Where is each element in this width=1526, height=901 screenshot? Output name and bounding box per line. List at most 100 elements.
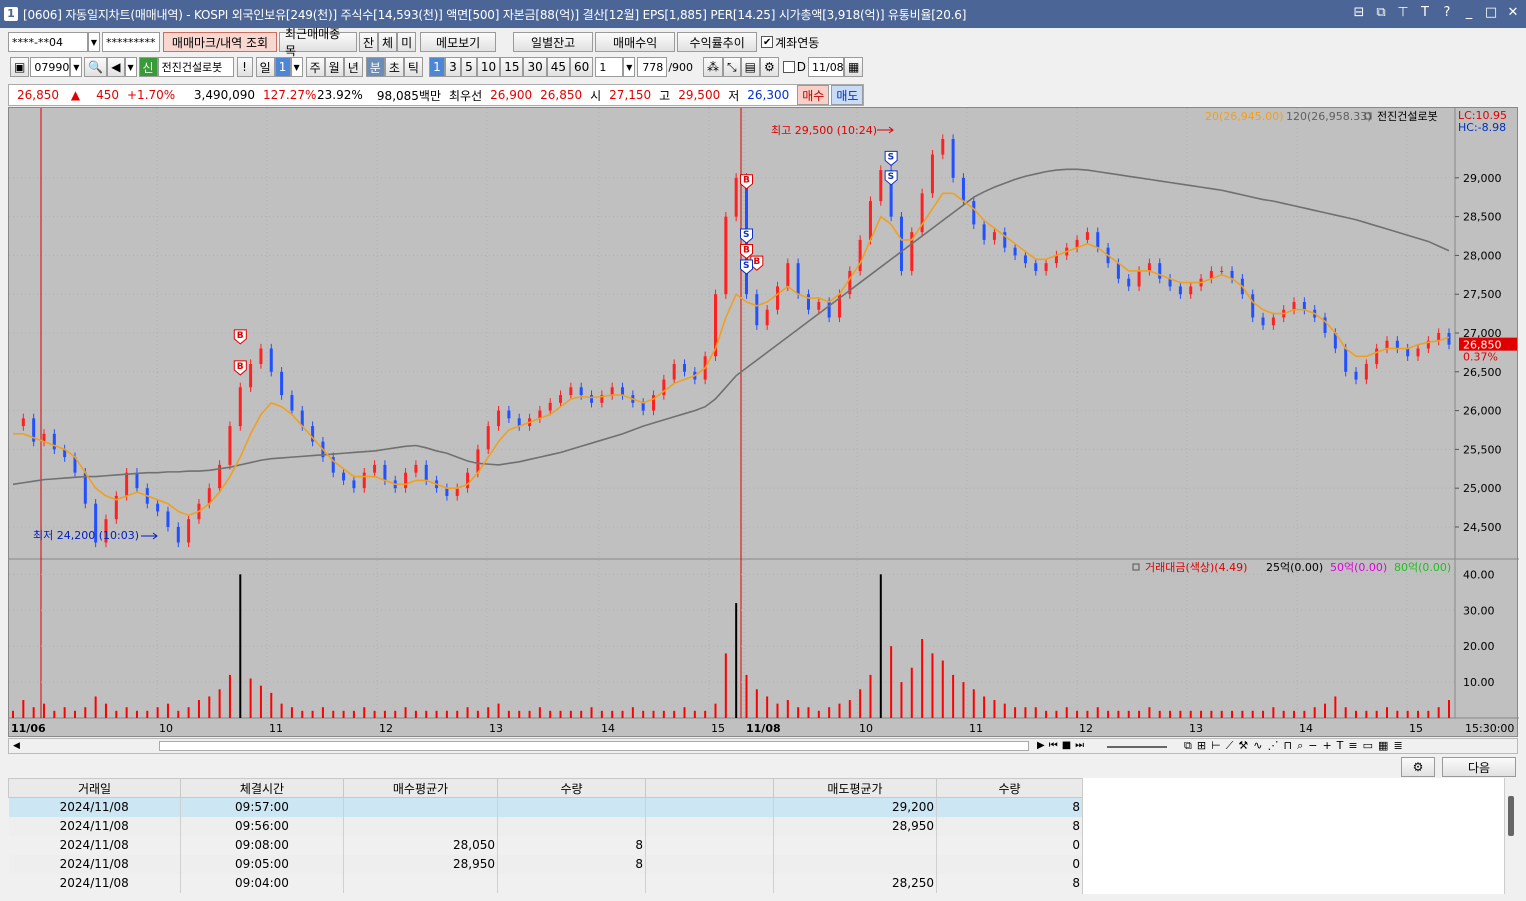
table-row[interactable]: 2024/11/08 09:08:00 28,050 8 0 — [8, 835, 1083, 855]
code-dropdown-icon[interactable]: ▼ — [70, 57, 83, 77]
list-icon[interactable]: ≡ — [1348, 739, 1357, 753]
period-day-button[interactable]: 일 — [255, 57, 275, 77]
pattern-icon[interactable]: ⋰ — [1267, 739, 1278, 753]
period-week-button[interactable]: 주 — [305, 57, 325, 77]
stock-code-input[interactable]: 079900 — [30, 57, 76, 77]
close-icon[interactable]: ✕ — [1506, 5, 1520, 20]
interval-button-1[interactable]: 1 — [428, 57, 445, 77]
d-checkbox[interactable] — [782, 61, 795, 73]
wave-icon[interactable]: ∿ — [1253, 739, 1262, 753]
crosshair-icon[interactable]: ⊢ — [1211, 739, 1221, 753]
split-icon[interactable]: ⊞ — [1197, 739, 1206, 753]
trend-icon[interactable]: ⟋ — [1226, 739, 1234, 753]
minimize-icon[interactable]: _ — [1462, 5, 1476, 20]
zoom-icon[interactable]: ⌕ — [1297, 739, 1303, 753]
period-month-button[interactable]: 월 — [324, 57, 344, 77]
day-value-box[interactable]: 1 — [274, 57, 291, 77]
unexecuted-button[interactable]: 미 — [397, 32, 417, 52]
column-header[interactable]: 매수평균가 — [343, 778, 498, 798]
column-header[interactable]: 체결시간 — [180, 778, 344, 798]
chart-area[interactable]: 29,000 28,500 28,000 27,500 27,000 26,500 26,0… — [8, 107, 1519, 738]
scroll-thumb[interactable] — [159, 741, 1029, 751]
tool-icon[interactable]: ⚒ — [1238, 739, 1248, 753]
balance-button[interactable]: 잔 — [359, 32, 379, 52]
gear-icon[interactable]: ⚙ — [759, 57, 779, 77]
recent-items-button[interactable]: 최근매매종목 — [279, 27, 357, 58]
magnet-icon[interactable]: ⊓ — [1283, 739, 1292, 753]
checkbox-checked-icon[interactable]: ✔ — [761, 36, 774, 48]
column-header[interactable]: 수량 — [936, 778, 1083, 798]
restore-layout-icon[interactable]: ⊟ — [1352, 5, 1366, 20]
indicator-icon[interactable]: ⁂ — [703, 57, 724, 77]
table-row[interactable]: 2024/11/08 09:57:00 29,200 8 — [8, 797, 1083, 817]
layout-icon[interactable]: ▣ — [10, 57, 30, 77]
interval-button-10[interactable]: 10 — [476, 57, 501, 77]
window-icon[interactable]: ▭ — [1363, 739, 1373, 753]
interval-button-60[interactable]: 60 — [570, 57, 594, 77]
account-input[interactable]: ****-**04 — [8, 32, 88, 52]
interval-button-30[interactable]: 30 — [523, 57, 547, 77]
cascade-icon[interactable]: ⧉ — [1374, 5, 1388, 20]
column-header[interactable]: 수량 — [497, 778, 646, 798]
trade-profit-button[interactable]: 매매수익 — [595, 32, 676, 52]
first-icon[interactable]: ⏮ — [1049, 740, 1058, 751]
return-trend-button[interactable]: 수익률추이 — [677, 32, 758, 52]
scroll-left-icon[interactable]: ◀ — [13, 741, 20, 751]
interval-button-3[interactable]: 3 — [444, 57, 461, 77]
column-header[interactable]: 거래일 — [8, 778, 181, 798]
account-link-toggle[interactable]: ✔ 계좌연동 — [761, 34, 819, 51]
prev-icon[interactable]: ▶ — [1037, 740, 1045, 751]
custom-interval-input[interactable]: 1 — [595, 57, 624, 77]
memo-button[interactable]: 메모보기 — [420, 32, 497, 52]
speaker-icon[interactable]: ◀ — [107, 57, 125, 77]
interval-button-45[interactable]: 45 — [546, 57, 571, 77]
alert-button[interactable]: ! — [236, 57, 253, 77]
calendar-icon[interactable]: ▦ — [843, 57, 864, 77]
text-icon[interactable]: T — [1337, 739, 1344, 753]
grid-icon[interactable]: ▦ — [1378, 739, 1388, 753]
password-field[interactable]: ********* — [102, 32, 160, 52]
daily-balance-button[interactable]: 일별잔고 — [513, 32, 594, 52]
table-scroll-thumb[interactable] — [1508, 796, 1514, 836]
play-icon[interactable]: ⏭ — [1075, 740, 1084, 751]
column-header[interactable] — [645, 778, 774, 798]
day-dropdown-icon[interactable]: ▼ — [290, 57, 303, 77]
buy-button[interactable]: 매수 — [797, 85, 830, 105]
interval-button-15[interactable]: 15 — [500, 57, 524, 77]
data-count-input[interactable]: 778 — [637, 57, 668, 77]
help-icon[interactable]: ? — [1440, 5, 1454, 20]
zoom-in-icon[interactable]: + — [1322, 739, 1331, 753]
speaker-dropdown-icon[interactable]: ▼ — [124, 57, 137, 77]
table-scrollbar[interactable] — [1504, 778, 1518, 894]
copy-icon[interactable]: ⧉ — [1184, 739, 1192, 753]
period-year-button[interactable]: 년 — [343, 57, 363, 77]
chart-svg[interactable]: 29,00028,50028,00027,50027,00026,50026,0… — [9, 108, 1519, 738]
account-dropdown-icon[interactable]: ▼ — [88, 32, 100, 52]
column-header[interactable]: 매도평균가 — [773, 778, 937, 798]
speed-slider[interactable] — [1107, 746, 1167, 748]
pin-icon[interactable]: ⊤ — [1396, 5, 1410, 20]
save-icon[interactable]: ▤ — [740, 57, 760, 77]
drawing-tool-icon[interactable]: ⤡ — [723, 57, 741, 77]
zoom-out-icon[interactable]: − — [1308, 739, 1317, 753]
maximize-icon[interactable]: □ — [1484, 5, 1498, 20]
period-tick-button[interactable]: 틱 — [403, 57, 423, 77]
period-second-button[interactable]: 초 — [384, 57, 404, 77]
interval-dropdown-icon[interactable]: ▼ — [623, 57, 636, 77]
search-icon[interactable]: 🔍 — [84, 57, 108, 77]
period-minute-button[interactable]: 분 — [365, 57, 385, 77]
interval-button-5[interactable]: 5 — [460, 57, 477, 77]
more-icon[interactable]: ≣ — [1393, 739, 1402, 753]
stop-icon[interactable]: ■ — [1062, 740, 1071, 751]
trade-mark-query-button[interactable]: 매매마크/내역 조회 — [163, 32, 277, 52]
sell-button[interactable]: 매도 — [831, 85, 864, 105]
next-button[interactable]: 다음 — [1442, 757, 1516, 777]
font-icon[interactable]: T — [1418, 5, 1432, 20]
chart-scrollbar[interactable]: ◀ ▶ ⏮ ■ ⏭ ⧉ ⊞ ⊢ ⟋ ⚒ ∿ ⋰ ⊓ ⌕ − + T ≡ ▭ ▦ … — [8, 738, 1518, 754]
table-row[interactable]: 2024/11/08 09:05:00 28,950 8 0 — [8, 854, 1083, 874]
date-input[interactable]: 11/08 — [807, 57, 844, 77]
table-row[interactable]: 2024/11/08 09:04:00 28,250 8 — [8, 873, 1083, 893]
executed-button[interactable]: 체 — [378, 32, 398, 52]
settings-button[interactable]: ⚙ — [1401, 757, 1435, 777]
table-row[interactable]: 2024/11/08 09:56:00 28,950 8 — [8, 816, 1083, 836]
